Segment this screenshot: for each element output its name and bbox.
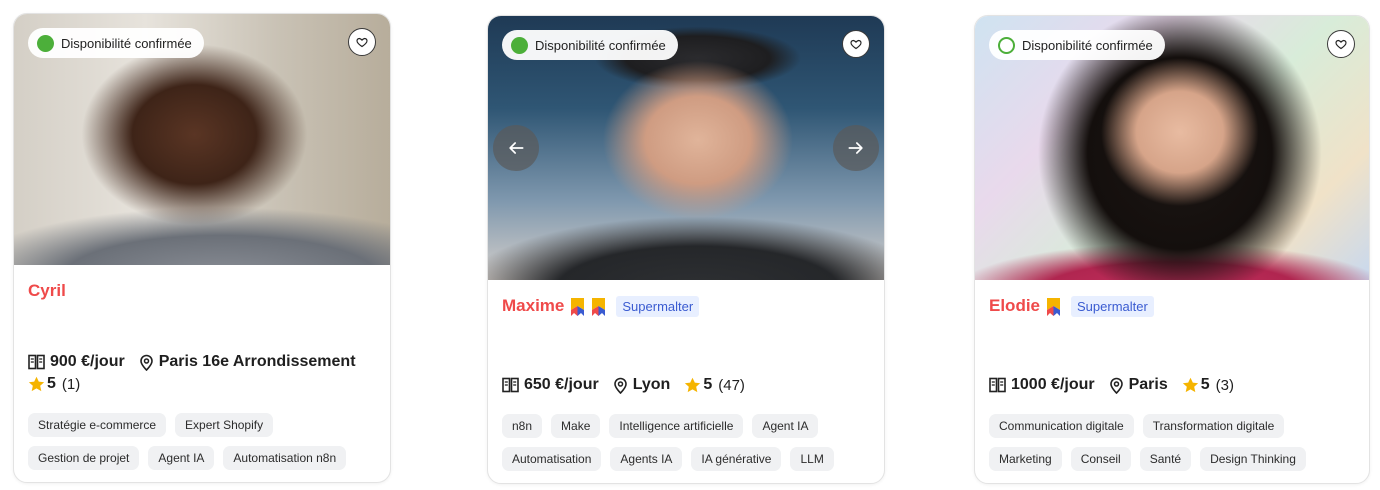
- arrow-right-icon: [848, 142, 863, 154]
- skill-tag[interactable]: Agents IA: [610, 447, 683, 471]
- skill-tag[interactable]: Marketing: [989, 447, 1062, 471]
- star-icon: [685, 377, 701, 393]
- availability-label: Disponibilité confirmée: [61, 35, 192, 51]
- profile-photo[interactable]: Disponibilité confirmée: [14, 14, 390, 265]
- location: Paris 16e Arrondissement: [139, 353, 356, 371]
- ribbon-icon: [571, 298, 585, 316]
- location-value: Paris: [1128, 376, 1168, 393]
- supermalter-badge: Supermalter: [616, 295, 700, 317]
- daily-rate-value: 900 €/jour: [50, 353, 125, 370]
- info-row: 1000 €/jour Paris 5 (3): [989, 376, 1355, 394]
- skill-tag[interactable]: Agent IA: [752, 414, 819, 438]
- skill-tag[interactable]: Automatisation: [502, 447, 602, 471]
- arrow-left-icon: [509, 142, 524, 154]
- status-dot-icon: [998, 36, 1015, 54]
- location-value: Lyon: [632, 376, 671, 393]
- skill-tag[interactable]: Gestion de projet: [28, 446, 140, 470]
- skill-tag[interactable]: Expert Shopify: [175, 413, 274, 437]
- daily-rate: 650 €/jour: [502, 376, 599, 394]
- rating: 5 (3): [1182, 376, 1234, 394]
- info-row: 900 €/jour Paris 16e Arrondissement 5 (1…: [28, 353, 376, 393]
- skill-tag[interactable]: LLM: [790, 447, 834, 471]
- star-icon: [1182, 377, 1198, 393]
- star-icon: [28, 376, 45, 392]
- map-pin-icon: [1109, 377, 1123, 394]
- skill-tag[interactable]: Intelligence artificielle: [609, 414, 744, 438]
- skill-tag[interactable]: Conseil: [1070, 447, 1131, 471]
- book-icon: [502, 377, 519, 393]
- freelancer-name[interactable]: Cyril: [28, 281, 66, 301]
- ribbon-icon: [592, 298, 606, 316]
- ribbon-icon: [1047, 298, 1061, 316]
- favorite-button[interactable]: [348, 28, 376, 56]
- availability-badge: Disponibilité confirmée: [28, 28, 204, 58]
- skill-tag[interactable]: IA générative: [691, 447, 782, 471]
- availability-label: Disponibilité confirmée: [1022, 37, 1153, 53]
- heart-icon: [356, 37, 368, 48]
- heart-icon: [1335, 39, 1347, 50]
- rating: 5 (47): [684, 376, 745, 394]
- skill-tag[interactable]: Transformation digitale: [1142, 414, 1285, 438]
- rating-value: 5: [47, 375, 56, 392]
- review-count: (3): [1215, 376, 1234, 394]
- location: Lyon: [613, 376, 671, 394]
- book-icon: [989, 377, 1006, 393]
- skill-tag[interactable]: Santé: [1139, 447, 1192, 471]
- skill-tag[interactable]: Stratégie e-commerce: [28, 413, 167, 437]
- daily-rate: 1000 €/jour: [989, 376, 1095, 394]
- skill-tag[interactable]: Design Thinking: [1200, 447, 1306, 471]
- info-row: 650 €/jour Lyon 5 (47): [502, 376, 870, 394]
- carousel-next-button[interactable]: [833, 125, 879, 171]
- skill-tag[interactable]: n8n: [502, 414, 543, 438]
- map-pin-icon: [613, 377, 627, 394]
- rating-value: 5: [703, 376, 713, 393]
- skill-tag[interactable]: Automatisation n8n: [223, 446, 347, 470]
- availability-badge: Disponibilité confirmée: [989, 30, 1165, 60]
- status-dot-icon: [511, 36, 528, 54]
- freelancer-name[interactable]: Maxime: [502, 296, 564, 316]
- daily-rate-value: 650 €/jour: [524, 376, 599, 393]
- rating-value: 5: [1200, 376, 1210, 393]
- freelancer-card[interactable]: Disponibilité confirmée Cyril 900 €/jour…: [13, 13, 391, 483]
- availability-label: Disponibilité confirmée: [535, 37, 666, 53]
- supermalter-badge: Supermalter: [1071, 295, 1154, 317]
- skill-tags: n8n Make Intelligence artificielle Agent…: [502, 414, 870, 471]
- skill-tag[interactable]: Communication digitale: [989, 414, 1134, 438]
- skill-tags: Communication digitale Transformation di…: [989, 414, 1355, 471]
- skill-tag[interactable]: Agent IA: [148, 446, 215, 470]
- review-count: (47): [718, 376, 745, 394]
- carousel-prev-button[interactable]: [493, 125, 539, 171]
- review-count: (1): [61, 375, 81, 393]
- status-dot-icon: [37, 34, 54, 52]
- skill-tags: Stratégie e-commerce Expert Shopify Gest…: [28, 413, 376, 470]
- profile-photo[interactable]: Disponibilité confirmée: [975, 16, 1369, 280]
- freelancer-card[interactable]: Disponibilité confirmée Elodie Supermalt…: [974, 15, 1370, 484]
- book-icon: [28, 354, 45, 370]
- freelancer-card[interactable]: Disponibilité confirmée Maxime Supermalt…: [487, 15, 885, 484]
- map-pin-icon: [139, 354, 153, 371]
- location-value: Paris 16e Arrondissement: [158, 353, 356, 370]
- rating: 5 (1): [28, 375, 80, 393]
- favorite-button[interactable]: [1327, 30, 1355, 58]
- location: Paris: [1109, 376, 1168, 394]
- freelancer-name[interactable]: Elodie: [989, 296, 1040, 316]
- skill-tag[interactable]: Make: [551, 414, 601, 438]
- daily-rate: 900 €/jour: [28, 353, 125, 371]
- daily-rate-value: 1000 €/jour: [1011, 376, 1095, 393]
- profile-photo[interactable]: Disponibilité confirmée: [488, 16, 884, 280]
- availability-badge: Disponibilité confirmée: [502, 30, 678, 60]
- heart-icon: [850, 39, 862, 50]
- favorite-button[interactable]: [842, 30, 870, 58]
